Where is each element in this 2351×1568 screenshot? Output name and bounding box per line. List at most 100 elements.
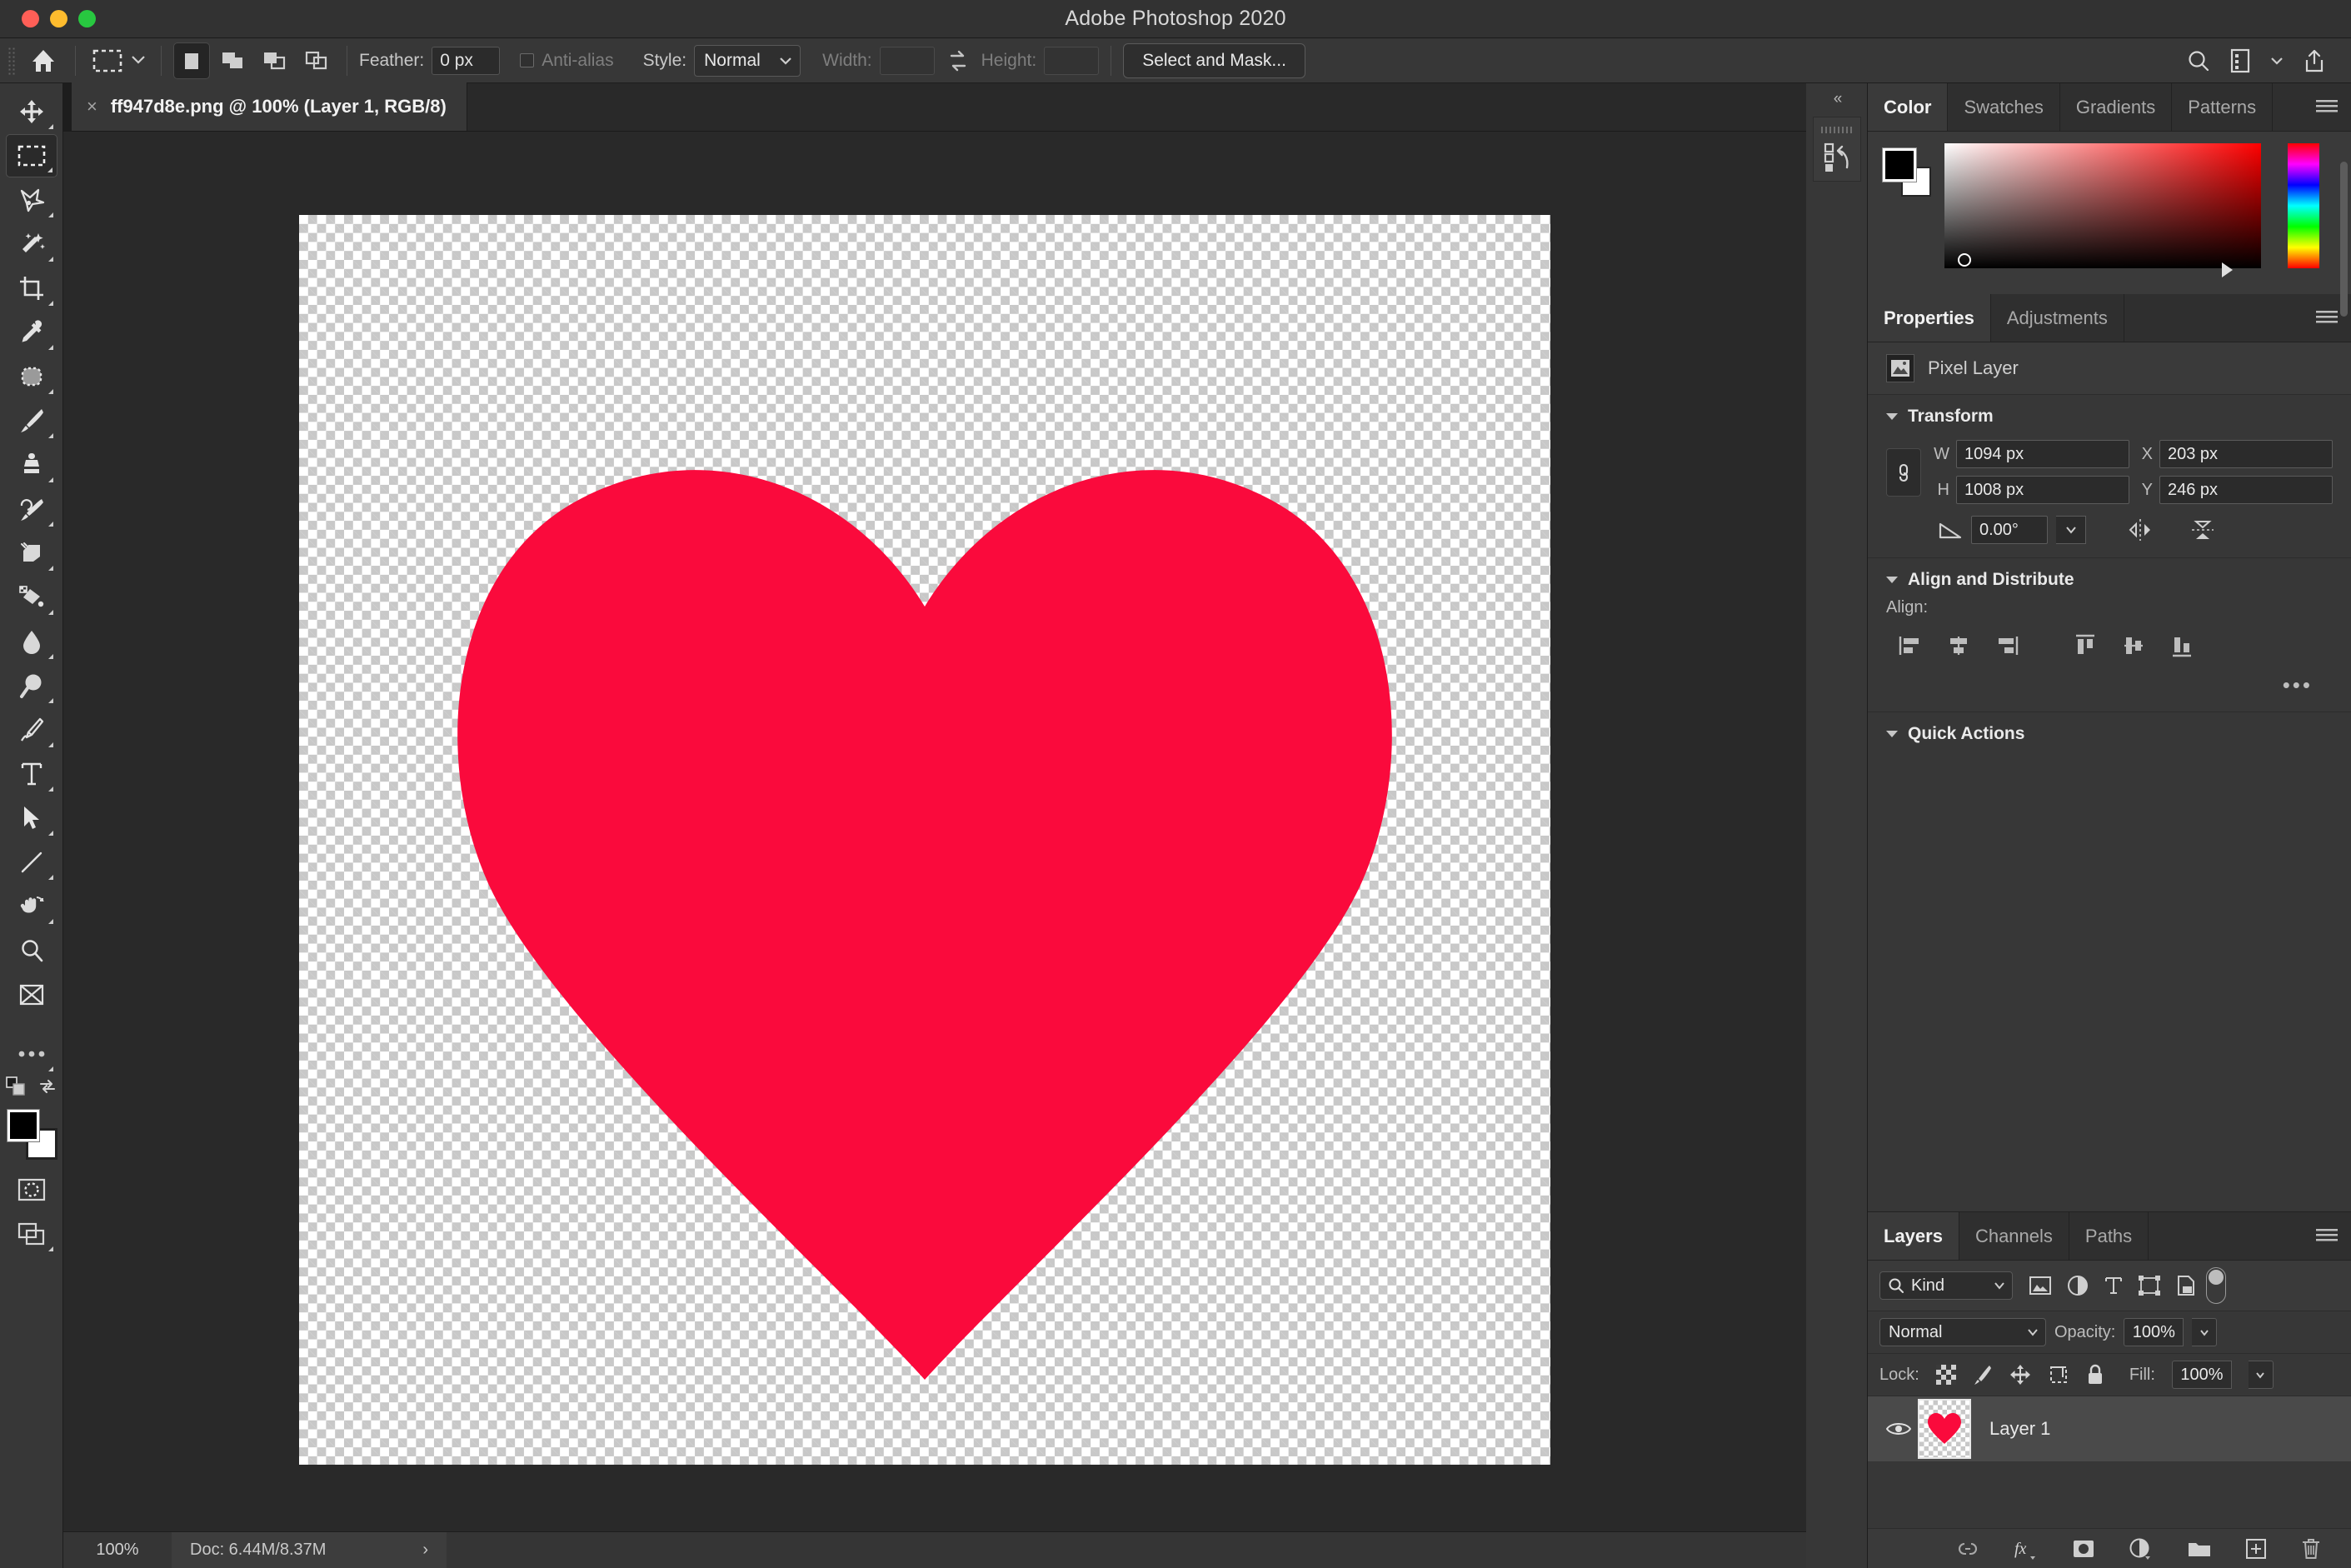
y-input[interactable]: 246 px [2159, 476, 2333, 504]
layer-thumbnail[interactable] [1918, 1399, 1971, 1459]
hue-slider[interactable] [2288, 143, 2319, 268]
transform-section-title[interactable]: Transform [1868, 407, 2351, 427]
tab-swatches[interactable]: Swatches [1948, 83, 2060, 131]
document-info[interactable]: Doc: 6.44M/8.37M › [172, 1531, 447, 1568]
filter-smart-object-icon[interactable] [2176, 1275, 2196, 1296]
delete-layer-icon[interactable] [2300, 1537, 2322, 1561]
tool-preset-picker[interactable] [87, 48, 149, 73]
default-colors-icon[interactable] [5, 1076, 26, 1096]
foreground-color-swatch[interactable] [6, 1109, 40, 1142]
eyedropper-tool[interactable] [6, 311, 57, 354]
flip-horizontal-icon[interactable] [2126, 517, 2154, 542]
align-top-edges-icon[interactable] [2061, 627, 2109, 664]
height-input[interactable] [1044, 46, 1100, 75]
align-right-edges-icon[interactable] [1983, 627, 2031, 664]
opacity-dropdown-button[interactable] [2192, 1318, 2218, 1346]
path-selection-tool[interactable] [6, 796, 57, 840]
x-input[interactable]: 203 px [2159, 440, 2333, 468]
options-bar-grip[interactable] [7, 46, 16, 75]
height-input[interactable]: 1008 px [1956, 476, 2129, 504]
align-bottom-edges-icon[interactable] [2158, 627, 2206, 664]
zoom-level[interactable]: 100% [63, 1541, 172, 1560]
chevron-right-icon[interactable]: › [422, 1541, 428, 1560]
intersect-with-selection-button[interactable] [298, 42, 335, 79]
feather-input[interactable]: 0 px [432, 46, 501, 75]
filter-shape-icon[interactable] [2139, 1276, 2160, 1296]
blend-mode-select[interactable]: Normal [1879, 1318, 2046, 1346]
align-section-title[interactable]: Align and Distribute [1868, 570, 2351, 590]
align-vertical-centers-icon[interactable] [2109, 627, 2158, 664]
anti-alias-checkbox[interactable]: Anti-alias [520, 51, 621, 71]
history-actions-icon[interactable] [1813, 117, 1861, 182]
add-layer-mask-icon[interactable] [2072, 1539, 2095, 1559]
move-tool[interactable] [6, 90, 57, 133]
dodge-tool[interactable] [6, 664, 57, 707]
angle-input[interactable]: 0.00° [1971, 516, 2048, 544]
filter-kind-select[interactable]: Kind [1879, 1271, 2013, 1300]
lock-position-icon[interactable] [2009, 1364, 2031, 1386]
screen-mode-icon[interactable] [6, 1212, 57, 1256]
tab-channels[interactable]: Channels [1959, 1212, 2069, 1260]
rectangular-marquee-tool[interactable] [5, 134, 57, 177]
line-tool[interactable] [6, 841, 57, 884]
layer-style-fx-icon[interactable]: fx [2014, 1538, 2039, 1560]
tab-paths[interactable]: Paths [2069, 1212, 2149, 1260]
properties-panel-menu-button[interactable] [2124, 294, 2351, 342]
width-input[interactable]: 1094 px [1956, 440, 2129, 468]
pen-tool[interactable] [6, 708, 57, 752]
collapse-panels-button[interactable]: « [1806, 90, 1868, 108]
quick-actions-title[interactable]: Quick Actions [1868, 724, 2351, 744]
more-tools-button[interactable] [6, 1032, 57, 1076]
color-spectrum-field[interactable] [1944, 143, 2261, 268]
link-layers-icon[interactable] [1955, 1541, 1980, 1557]
blur-tool[interactable] [6, 620, 57, 663]
filter-type-icon[interactable] [2104, 1276, 2123, 1296]
eye-icon[interactable] [1879, 1421, 1918, 1437]
new-selection-button[interactable] [173, 42, 210, 79]
filter-pixel-icon[interactable] [2029, 1276, 2051, 1295]
chevron-down-icon[interactable] [2269, 55, 2284, 67]
lock-image-pixels-icon[interactable] [1973, 1364, 1993, 1386]
quick-mask-icon[interactable] [6, 1168, 57, 1211]
align-horizontal-centers-icon[interactable] [1934, 627, 1983, 664]
align-more-options-button[interactable]: ••• [1868, 664, 2351, 698]
layer-name[interactable]: Layer 1 [1989, 1418, 2050, 1440]
home-icon[interactable] [23, 41, 63, 81]
workspace-icon[interactable] [2229, 48, 2251, 73]
tab-gradients[interactable]: Gradients [2059, 83, 2173, 131]
close-icon[interactable]: × [87, 97, 97, 116]
new-adjustment-layer-icon[interactable] [2129, 1538, 2154, 1560]
search-icon[interactable] [2186, 48, 2211, 73]
share-icon[interactable] [2303, 48, 2326, 73]
select-and-mask-button[interactable]: Select and Mask... [1123, 42, 1305, 78]
tab-layers[interactable]: Layers [1868, 1212, 1959, 1260]
angle-dropdown-button[interactable] [2056, 516, 2086, 544]
properties-scrollbar[interactable] [2340, 155, 2349, 405]
canvas-area[interactable] [63, 132, 1806, 1531]
clone-stamp-tool[interactable] [6, 443, 57, 487]
tab-color[interactable]: Color [1868, 83, 1949, 131]
hand-tool[interactable] [6, 885, 57, 928]
edit-toolbar-tool[interactable] [6, 973, 57, 1016]
object-selection-tool[interactable] [6, 222, 57, 266]
fill-input[interactable]: 100% [2171, 1361, 2232, 1389]
filter-adjustment-icon[interactable] [2067, 1275, 2089, 1296]
swap-colors-icon[interactable] [37, 1076, 57, 1096]
filter-enable-toggle[interactable] [2206, 1267, 2226, 1304]
crop-tool[interactable] [6, 267, 57, 310]
width-input[interactable] [879, 46, 935, 75]
layer-row[interactable]: Layer 1 [1868, 1396, 2351, 1461]
document-tab[interactable]: × ff947d8e.png @ 100% (Layer 1, RGB/8) [72, 82, 467, 131]
tab-patterns[interactable]: Patterns [2172, 83, 2274, 131]
properties-scrollbar-thumb[interactable] [2340, 162, 2348, 317]
type-tool[interactable] [6, 752, 57, 796]
lock-transparent-pixels-icon[interactable] [1935, 1365, 1956, 1385]
lock-all-icon[interactable] [2086, 1364, 2104, 1386]
link-constrain-icon[interactable] [1886, 447, 1921, 497]
tab-adjustments[interactable]: Adjustments [1990, 294, 2124, 342]
brush-tool[interactable] [6, 399, 57, 442]
spot-healing-brush-tool[interactable] [6, 355, 57, 398]
eraser-tool[interactable] [6, 532, 57, 575]
style-select[interactable]: Normal [694, 44, 801, 77]
new-layer-icon[interactable] [2245, 1538, 2267, 1560]
